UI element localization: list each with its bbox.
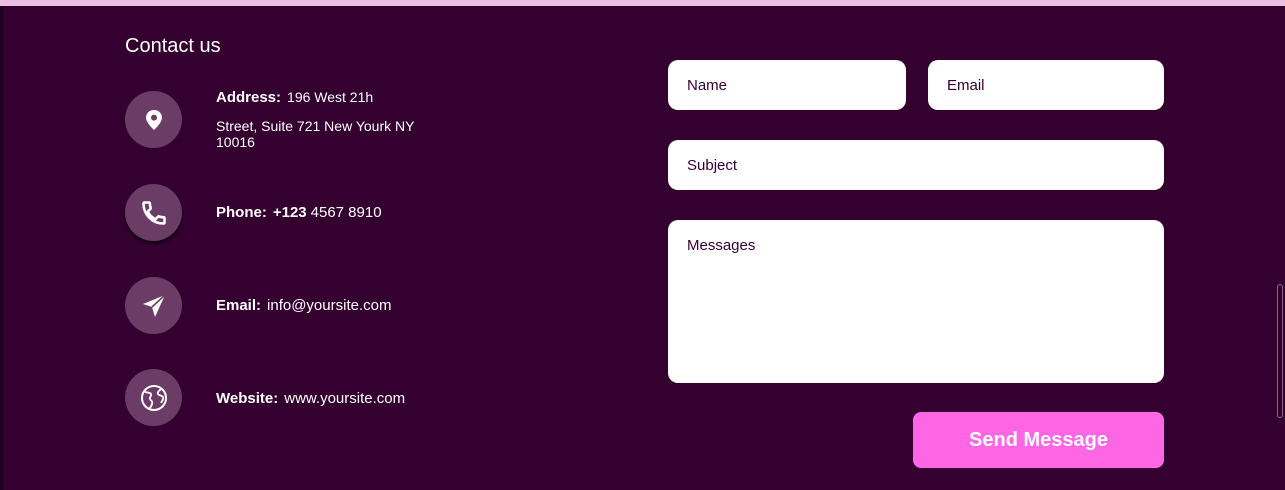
website-value[interactable]: www.yoursite.com: [284, 390, 405, 407]
globe-icon: [140, 384, 167, 411]
left-edge: [0, 6, 3, 490]
phone-prefix: +123: [272, 204, 307, 221]
scrollbar[interactable]: [1277, 284, 1283, 418]
subject-input[interactable]: [668, 140, 1164, 190]
phone-number: 4567 8910: [310, 204, 382, 221]
phone-label: Phone:: [216, 204, 267, 221]
phone-icon: [141, 200, 166, 225]
address-icon-circle: [125, 91, 182, 148]
email-line: Email: info@yoursite.com: [216, 297, 391, 314]
address-line2: Street, Suite 721 New Yourk NY 10016: [216, 118, 415, 150]
email-label: Email:: [216, 297, 262, 314]
address-label: Address:: [216, 89, 282, 106]
address-line: Address: 196 West 21h: [216, 89, 373, 106]
website-line: Website: www.yoursite.com: [216, 390, 405, 407]
contact-title: Contact us: [125, 35, 221, 57]
phone-icon-circle: [125, 184, 182, 241]
email-value[interactable]: info@yoursite.com: [267, 297, 391, 314]
website-icon-circle: [125, 369, 182, 426]
message-textarea[interactable]: [668, 220, 1164, 383]
address-line1: 196 West 21h: [287, 89, 374, 105]
email-icon-circle: [125, 277, 182, 334]
name-input[interactable]: [668, 60, 906, 110]
top-border: [0, 0, 1285, 6]
email-input[interactable]: [928, 60, 1164, 110]
website-label: Website:: [216, 390, 279, 407]
send-message-button[interactable]: Send Message: [913, 412, 1164, 468]
phone-line: Phone: +123 4567 8910: [216, 204, 382, 221]
location-pin-icon: [145, 109, 162, 130]
paper-plane-icon: [142, 293, 166, 317]
